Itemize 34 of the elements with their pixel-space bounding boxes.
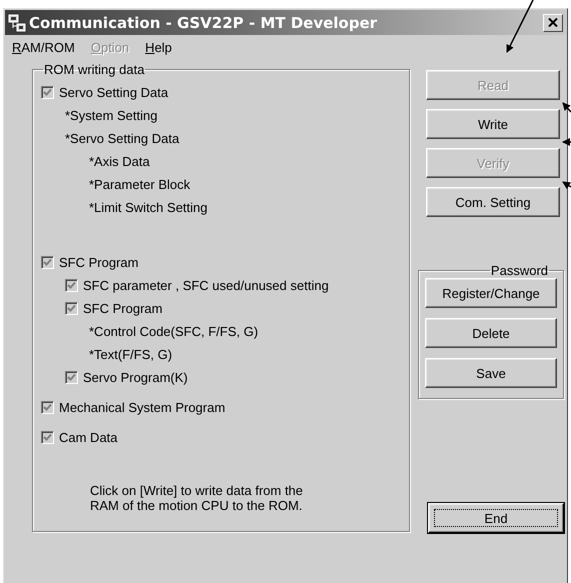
password-button[interactable]: Register/Change (425, 278, 557, 308)
setting-item: *System Setting (65, 108, 158, 123)
checkbox-label: Mechanical System Program (59, 400, 226, 415)
setting-item: *Text(F/FS, G) (89, 347, 172, 362)
close-icon (548, 18, 558, 27)
end-button[interactable]: End (428, 503, 564, 533)
close-button[interactable] (543, 14, 563, 32)
menu-item[interactable]: RAM/ROM (12, 40, 75, 54)
annotation-arrow (506, 0, 534, 53)
instruction-text: Click on [Write] to write data from the (90, 483, 304, 498)
annotation-arrow (562, 102, 571, 112)
setting-item: *Axis Data (89, 154, 150, 169)
action-button[interactable]: Write (426, 109, 560, 139)
checkbox-label: Servo Program(K) (83, 370, 188, 385)
menu-item[interactable]: Help (145, 40, 172, 54)
window-title: Communication - GSV22P - MT Developer (29, 14, 378, 32)
instruction-text: RAM of the motion CPU to the ROM. (90, 498, 304, 513)
setting-item: *Parameter Block (89, 177, 190, 192)
checkbox-label: SFC parameter , SFC used/unused setting (83, 278, 329, 293)
password-button[interactable]: Delete (425, 318, 557, 348)
annotation-arrow (562, 138, 571, 146)
action-button[interactable]: Com. Setting (426, 187, 560, 217)
checkbox-label: SFC Program (59, 255, 138, 270)
checkbox-label: SFC Program (83, 301, 162, 316)
group-title: Password (490, 263, 549, 278)
checkbox-label: Cam Data (59, 430, 118, 445)
setting-item: *Servo Setting Data (65, 131, 180, 146)
group-title: ROM writing data (43, 62, 146, 77)
computer-network-icon (8, 14, 26, 32)
setting-item: *Limit Switch Setting (89, 200, 208, 215)
annotation-arrow (562, 181, 571, 190)
setting-item: *Control Code(SFC, F/FS, G) (89, 324, 258, 339)
checkbox-label: Servo Setting Data (59, 85, 168, 100)
password-button[interactable]: Save (425, 358, 557, 388)
